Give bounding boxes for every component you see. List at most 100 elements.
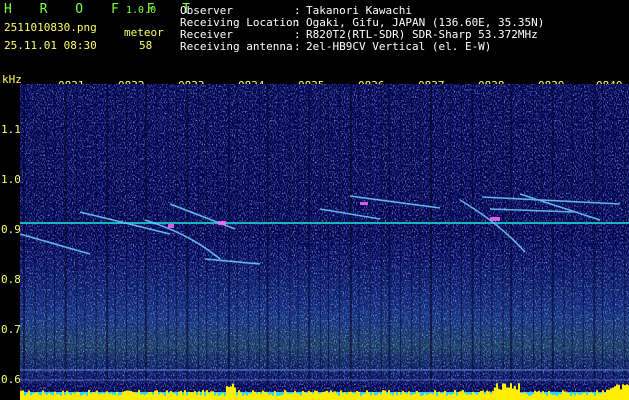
level-bar: [568, 393, 570, 400]
level-bar: [566, 392, 568, 400]
level-bar: [266, 392, 268, 400]
spectrogram-canvas: [20, 84, 629, 400]
level-bar: [330, 390, 332, 400]
level-bar: [612, 387, 614, 400]
freq-tick: 1.1: [1, 123, 21, 136]
freq-tick: 0.9: [1, 223, 21, 236]
level-bar: [214, 395, 216, 400]
level-bar: [552, 394, 554, 400]
level-bar: [532, 394, 534, 400]
level-bar: [382, 390, 384, 400]
level-bar: [116, 391, 118, 400]
level-bar: [424, 393, 426, 400]
level-bar: [242, 395, 244, 400]
level-bar: [236, 395, 238, 400]
level-bar: [78, 392, 80, 400]
level-bar: [268, 394, 270, 400]
level-bar: [608, 389, 610, 400]
level-bar: [306, 393, 308, 400]
level-bar: [172, 392, 174, 400]
level-bar: [66, 390, 68, 400]
level-bar: [474, 393, 476, 400]
level-bar: [598, 393, 600, 400]
level-bar: [92, 392, 94, 400]
level-bar: [558, 394, 560, 400]
freq-tick: 1.0: [1, 173, 21, 186]
level-bar: [420, 395, 422, 400]
freq-tick: 0.8: [1, 273, 21, 286]
level-bar: [58, 394, 60, 400]
level-bar: [144, 395, 146, 400]
level-bar: [594, 395, 596, 400]
level-bar: [138, 390, 140, 400]
level-bar: [122, 391, 124, 400]
level-bar: [512, 388, 514, 400]
level-bar: [36, 392, 38, 400]
level-bar: [524, 392, 526, 400]
level-bar: [562, 390, 564, 400]
level-bar: [264, 391, 266, 400]
level-bar: [548, 390, 550, 400]
level-bar: [274, 391, 276, 400]
level-bar: [390, 393, 392, 400]
meteor-head: [168, 224, 174, 228]
level-bar: [44, 393, 46, 400]
level-bar: [68, 393, 70, 400]
level-bar: [444, 390, 446, 400]
level-bar: [352, 393, 354, 400]
level-bar: [70, 394, 72, 400]
level-bar: [576, 393, 578, 400]
level-bar: [472, 391, 474, 400]
level-bar: [228, 386, 230, 400]
level-bar: [614, 386, 616, 400]
level-bar: [440, 393, 442, 400]
meteor-head: [218, 221, 226, 225]
level-bar: [188, 392, 190, 400]
level-bar: [98, 394, 100, 400]
level-bar: [430, 393, 432, 400]
level-bar: [332, 392, 334, 400]
level-bar: [278, 395, 280, 400]
level-bar: [198, 391, 200, 400]
level-bar: [446, 395, 448, 400]
level-bar: [334, 391, 336, 400]
level-bar: [426, 394, 428, 400]
level-bar: [226, 386, 228, 400]
level-bar: [120, 394, 122, 400]
level-bar: [542, 391, 544, 400]
level-bar: [114, 394, 116, 400]
level-bar: [584, 392, 586, 400]
meteor-head: [360, 202, 368, 205]
level-bar: [184, 390, 186, 400]
level-bar: [324, 391, 326, 400]
level-bar: [320, 393, 322, 400]
level-bar: [404, 392, 406, 400]
level-bar: [520, 393, 522, 400]
meteor-label: meteor: [124, 26, 164, 39]
level-bar: [134, 392, 136, 400]
level-bar: [314, 390, 316, 400]
level-bar: [146, 393, 148, 400]
meteor-count: 58: [139, 39, 153, 52]
level-bar: [492, 390, 494, 400]
level-bar: [90, 393, 92, 400]
level-bar: [80, 395, 82, 400]
level-bar: [194, 391, 196, 400]
level-bar: [296, 393, 298, 400]
meteor-head: [490, 217, 500, 221]
level-bar: [286, 392, 288, 400]
level-bar: [232, 383, 234, 400]
level-bar: [180, 390, 182, 400]
freq-tick: 0.7: [1, 323, 21, 336]
level-bar: [248, 393, 250, 400]
level-bar: [186, 395, 188, 400]
level-bar: [414, 393, 416, 400]
level-bar: [572, 393, 574, 400]
level-bar: [190, 392, 192, 400]
level-bar: [460, 391, 462, 400]
level-bar: [358, 391, 360, 400]
level-bar: [348, 391, 350, 400]
level-bar: [30, 395, 32, 400]
level-bar: [470, 394, 472, 400]
level-bar: [86, 395, 88, 400]
